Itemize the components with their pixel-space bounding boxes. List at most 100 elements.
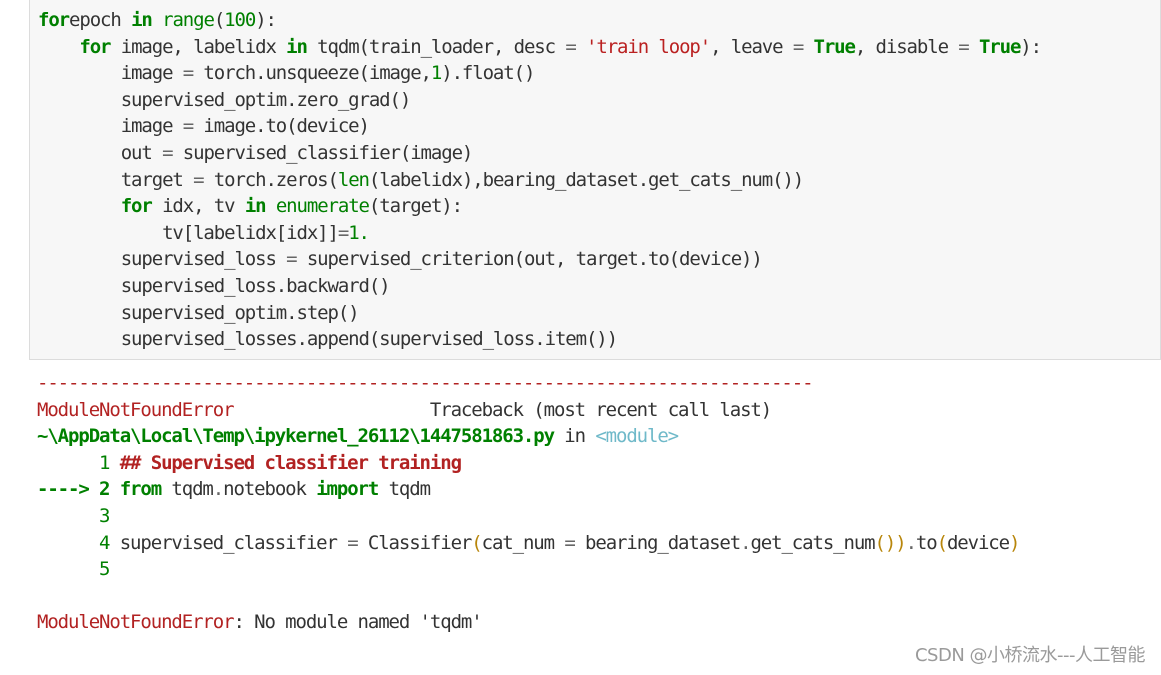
code-token: (target): [368, 195, 463, 218]
traceback-source-token: ) [1008, 531, 1020, 554]
code-token: in [131, 9, 153, 31]
traceback-source-token: ## Supervised classifier training [119, 451, 462, 474]
traceback-spacer [233, 399, 429, 421]
traceback-output: ----------------------------------------… [37, 370, 1020, 636]
code-line: tv[labelidx[idx]]=1. [38, 220, 1041, 247]
traceback-source-token: to [915, 531, 938, 554]
traceback-source-token: ( [471, 531, 482, 554]
traceback-final: ModuleNotFoundError: No module named 'tq… [37, 609, 1019, 636]
code-token: tv[labelidx[idx]] [38, 221, 339, 244]
traceback-source-token: . [212, 478, 224, 501]
traceback-source-token: 3 [37, 504, 110, 527]
traceback-source-token: 1 [37, 451, 120, 474]
traceback-source-token: device [946, 531, 1010, 554]
code-token: target [38, 168, 194, 191]
traceback-source-lines: 1 ## Supervised classifier training ---->… [37, 450, 1020, 610]
code-token: = [162, 141, 173, 164]
code-line: image = image.to(device) [38, 113, 1041, 140]
code-line: target = torch.zeros(len(labelidx),beari… [38, 167, 1041, 194]
traceback-source-token: import [316, 478, 379, 501]
code-token: = [565, 35, 576, 58]
code-token: for [79, 35, 111, 58]
traceback-module: <module> [595, 425, 679, 448]
code-token: = [792, 35, 804, 58]
code-token: torch.zeros( [203, 168, 339, 191]
code-editor[interactable]: forepoch in range(100): for image, label… [38, 7, 1042, 353]
code-token: image [38, 62, 183, 85]
code-token: in [244, 195, 267, 218]
traceback-source-line: ----> 2 from tqdm.notebook import tqdm [37, 476, 1019, 503]
code-line: for idx, tv in enumerate(target): [38, 193, 1041, 220]
code-line: supervised_optim.zero_grad() [38, 87, 1041, 114]
traceback-location: ~\AppData\Local\Temp\ipykernel_26112\144… [37, 423, 1019, 450]
code-token: 1. [348, 221, 370, 244]
code-token: ).float() [441, 62, 535, 85]
code-token: image.to(device) [193, 115, 370, 138]
code-token: = [182, 115, 194, 138]
code-line: supervised_optim.step() [38, 300, 1041, 327]
code-token: len [337, 168, 370, 191]
traceback-source-token: cat_num [481, 531, 565, 554]
traceback-source-line [37, 583, 1019, 610]
code-token: 100 [224, 9, 256, 31]
csdn-watermark: CSDN @小桥流水---人工智能 [914, 645, 1146, 666]
code-token: tqdm(train_loader, desc [306, 35, 566, 58]
code-token: = [193, 168, 204, 191]
code-token: = [958, 35, 969, 58]
code-token: supervised_optim.step() [38, 301, 360, 324]
traceback-separator: ----------------------------------------… [37, 372, 814, 394]
traceback-in-text: in [553, 425, 596, 448]
code-line: supervised_loss.backward() [38, 273, 1041, 300]
code-token: True [978, 35, 1021, 58]
code-token: ): [1020, 35, 1042, 58]
final-error-name: ModuleNotFoundError [37, 611, 235, 634]
traceback-source-line: 5 [37, 556, 1019, 583]
traceback-source-token: Classifier [357, 531, 473, 554]
code-token: 'train loop' [586, 35, 711, 58]
traceback-error-name: ModuleNotFoundError [37, 398, 235, 421]
code-token: torch.unsqueeze(image, [193, 62, 432, 85]
code-token: idx, tv [151, 195, 245, 218]
traceback-source-token: = [347, 531, 358, 554]
code-line: for image, labelidx in tqdm(train_loader… [38, 34, 1042, 61]
code-token: True [813, 35, 856, 58]
traceback-source-token: get_cats_num [750, 531, 875, 554]
code-token: supervised_optim.zero_grad() [38, 88, 412, 111]
traceback-source-token: . [740, 531, 751, 554]
traceback-source-token: ----> 2 [37, 478, 120, 501]
traceback-source-line: 1 ## Supervised classifier training [37, 450, 1019, 477]
code-token: , leave [710, 35, 793, 58]
code-token: = [337, 221, 349, 244]
traceback-label: Traceback (most recent call last) [429, 398, 772, 421]
code-token: supervised_losses.append(supervised_loss… [38, 328, 618, 351]
traceback-source-token: tqdm [161, 478, 213, 501]
code-token: in [286, 35, 308, 58]
traceback-source-token: notebook [223, 478, 317, 501]
code-token: ( [213, 9, 225, 31]
code-token: epoch [69, 9, 132, 31]
code-token: image [38, 115, 183, 138]
traceback-source-token: 5 [37, 558, 110, 581]
code-cell[interactable]: forepoch in range(100): for image, label… [29, 0, 1161, 360]
traceback-source-token: 4 [37, 531, 120, 554]
code-token: ): [255, 9, 277, 31]
code-token: range [162, 9, 215, 31]
final-error-message: : No module named 'tqdm' [233, 611, 482, 634]
code-token: out [38, 141, 163, 164]
traceback-source-token: bearing_dataset [574, 531, 741, 554]
code-line: out = supervised_classifier(image) [38, 140, 1041, 167]
code-token: supervised_classifier(image) [172, 141, 474, 164]
traceback-source-token: ()) [874, 531, 907, 554]
code-token: image, labelidx [110, 35, 287, 58]
code-line: supervised_loss = supervised_criterion(o… [38, 246, 1041, 273]
code-line: forepoch in range(100): [38, 7, 1041, 34]
code-token: (labelidx),bearing_dataset.get_cats_num(… [368, 168, 804, 191]
code-token: supervised_loss.backward() [38, 274, 391, 297]
code-token: supervised_criterion(out, target.to(devi… [296, 248, 763, 271]
